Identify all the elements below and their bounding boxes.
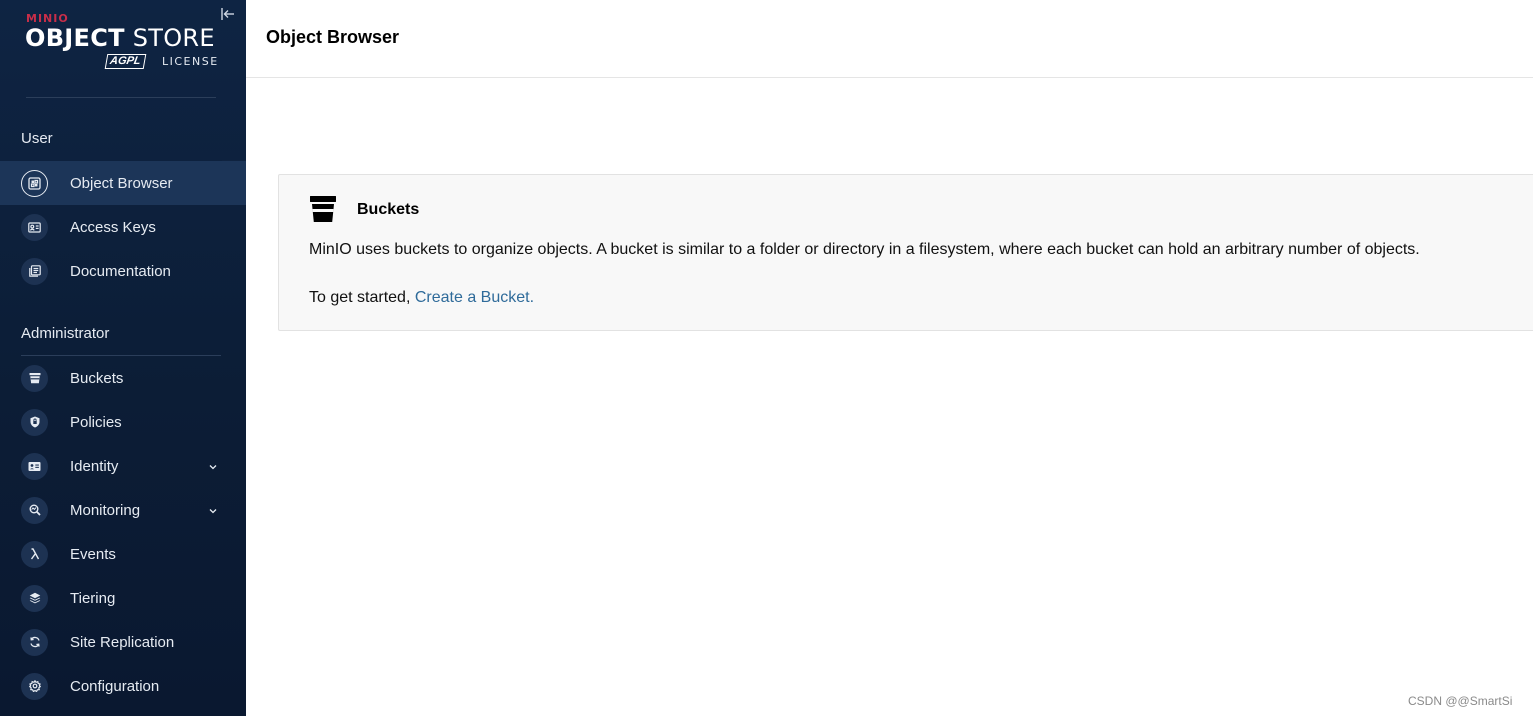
sidebar-item-label: Configuration [70, 677, 160, 695]
section-title-administrator: Administrator [21, 325, 110, 342]
sidebar-item-buckets[interactable]: Buckets [0, 356, 246, 400]
sidebar-item-events[interactable]: Events [0, 532, 246, 576]
sidebar-item-label: Access Keys [70, 218, 156, 236]
create-bucket-link[interactable]: Create a Bucket. [415, 289, 534, 306]
chevron-down-icon[interactable] [207, 504, 219, 516]
buckets-help-panel: Buckets MinIO uses buckets to organize o… [278, 174, 1533, 331]
object-browser-icon [21, 169, 48, 197]
sidebar-item-label: Object Browser [70, 174, 173, 192]
logo-license: LICENSE [162, 55, 219, 68]
gear-icon [21, 672, 48, 700]
panel-title: Buckets [357, 201, 420, 218]
sidebar-item-label: Identity [70, 457, 119, 475]
sidebar-item-label: Policies [70, 413, 122, 431]
sidebar-item-label: Monitoring [70, 501, 141, 519]
sidebar-item-policies[interactable]: Policies [0, 400, 246, 444]
site-replication-icon [21, 628, 48, 656]
documentation-icon [21, 257, 48, 285]
sidebar-item-label: Documentation [70, 262, 171, 280]
sidebar-item-object-browser[interactable]: Object Browser [0, 161, 246, 205]
collapse-sidebar-icon[interactable] [220, 6, 238, 24]
chevron-down-icon[interactable] [207, 460, 219, 472]
bucket-icon [21, 364, 48, 392]
sidebar-item-identity[interactable]: Identity [0, 444, 246, 488]
lambda-icon [21, 540, 48, 568]
get-started-prefix: To get started, [309, 289, 415, 306]
panel-description: MinIO uses buckets to organize objects. … [309, 241, 1420, 258]
sidebar-item-access-keys[interactable]: Access Keys [0, 205, 246, 249]
monitoring-icon [21, 496, 48, 524]
watermark: CSDN @@SmartSi [1408, 694, 1513, 708]
minio-logo[interactable]: MINIO OBJECT STORE AGPL LICENSE [25, 12, 219, 74]
tiering-icon [21, 584, 48, 612]
sidebar-item-label: Site Replication [70, 633, 175, 651]
logo-title: OBJECT STORE [25, 24, 215, 52]
sidebar-item-label: Tiering [70, 589, 116, 607]
get-started-text: To get started, Create a Bucket. [309, 289, 534, 307]
sidebar-item-label: Events [70, 545, 116, 563]
logo-agpl: AGPL [104, 54, 146, 69]
sidebar-item-label: Buckets [70, 369, 124, 387]
section-title-user: User [21, 130, 53, 147]
sidebar: MINIO OBJECT STORE AGPL LICENSE User Obj… [0, 0, 246, 716]
sidebar-item-site-replication[interactable]: Site Replication [0, 620, 246, 664]
logo-divider [26, 97, 216, 98]
page-title: Object Browser [266, 27, 400, 47]
sidebar-item-tiering[interactable]: Tiering [0, 576, 246, 620]
policy-icon [21, 408, 48, 436]
sidebar-item-configuration[interactable]: Configuration [0, 664, 246, 708]
identity-icon [21, 452, 48, 480]
sidebar-item-documentation[interactable]: Documentation [0, 249, 246, 293]
bucket-icon [309, 195, 337, 223]
page-header: Object Browser [246, 0, 1533, 78]
access-keys-icon [21, 213, 48, 241]
sidebar-item-monitoring[interactable]: Monitoring [0, 488, 246, 532]
